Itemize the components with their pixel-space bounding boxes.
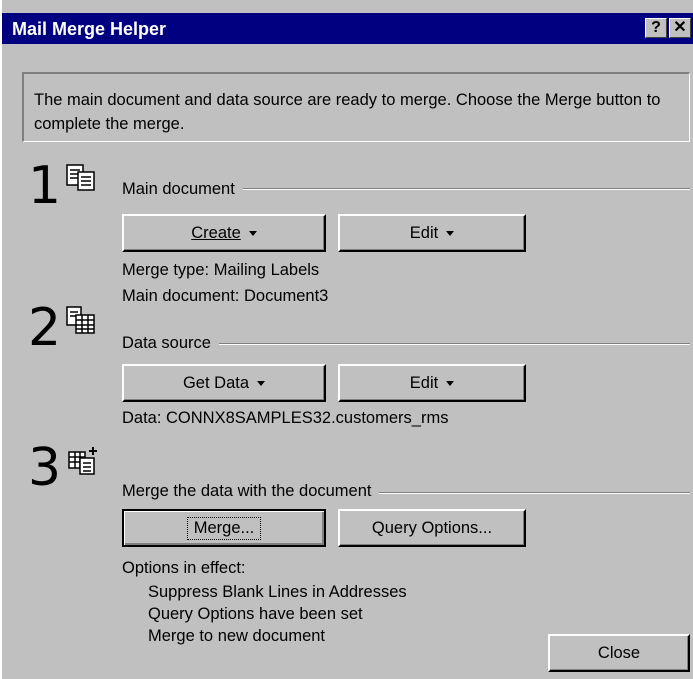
step-1-number: 1 [28, 156, 62, 216]
option-item: Merge to new document [148, 627, 326, 645]
step-3-number: 3 [28, 438, 62, 498]
mail-merge-helper-dialog: Mail Merge Helper ? ✕ The main document … [0, 0, 693, 679]
instruction-text: The main document and data source are re… [34, 91, 661, 133]
options-header-text: Options in effect: [122, 559, 246, 577]
edit-data-source-button-label: Edit [409, 373, 439, 392]
help-button[interactable]: ? [645, 18, 667, 38]
data-source-icon [66, 306, 95, 334]
main-document-icon [66, 164, 95, 191]
merge-button[interactable]: Merge... [122, 509, 326, 547]
get-data-button[interactable]: Get Data [122, 364, 326, 402]
edit-data-source-button[interactable]: Edit [338, 364, 526, 402]
chevron-down-icon [446, 380, 455, 386]
chevron-down-icon [248, 230, 257, 236]
create-button-label: Create [191, 223, 241, 242]
data-source-name-text: Data: CONNX8SAMPLES32.customers_rms [122, 409, 449, 427]
step-2-label: Data source [122, 334, 219, 353]
step-1-label: Main document [122, 180, 243, 199]
create-button[interactable]: Create [122, 214, 326, 252]
step-2-number: 2 [28, 298, 62, 358]
step-3-label: Merge the data with the document [122, 482, 380, 501]
merge-button-label: Merge... [186, 516, 262, 540]
title-bar[interactable]: Mail Merge Helper ? ✕ [2, 13, 693, 44]
query-options-button-label: Query Options... [371, 518, 493, 537]
close-button-label: Close [597, 643, 641, 662]
option-item: Suppress Blank Lines in Addresses [148, 583, 407, 601]
edit-main-document-button[interactable]: Edit [338, 214, 526, 252]
merge-type-text: Merge type: Mailing Labels [122, 261, 320, 279]
option-item: Query Options have been set [148, 605, 363, 623]
close-button[interactable]: Close [548, 634, 690, 672]
close-window-button[interactable]: ✕ [669, 18, 691, 38]
chevron-down-icon [446, 230, 455, 236]
main-document-name-text: Main document: Document3 [122, 287, 329, 305]
get-data-button-label: Get Data [182, 373, 250, 392]
merge-icon [68, 447, 97, 475]
window-title: Mail Merge Helper [12, 19, 167, 39]
instruction-box: The main document and data source are re… [22, 72, 690, 142]
chevron-down-icon [257, 380, 266, 386]
edit-button-label: Edit [409, 223, 439, 242]
query-options-button[interactable]: Query Options... [338, 509, 526, 547]
